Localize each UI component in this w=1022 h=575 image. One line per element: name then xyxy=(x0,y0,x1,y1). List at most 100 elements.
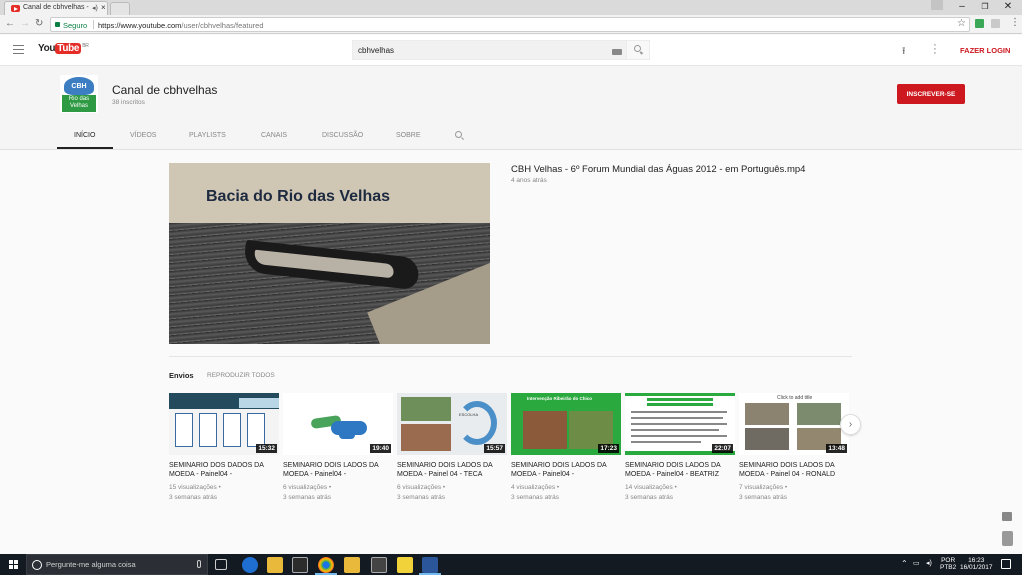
search-input[interactable]: cbhvelhas xyxy=(352,40,627,60)
speaker-icon[interactable]: ◂) xyxy=(92,4,98,12)
channel-search-icon[interactable] xyxy=(455,131,462,138)
feedback-icon[interactable] xyxy=(1002,512,1012,521)
channel-name[interactable]: Canal de cbhvelhas xyxy=(112,83,217,97)
video-thumbnail[interactable]: Click to add title 13:48 xyxy=(739,393,849,455)
extension-icon[interactable] xyxy=(975,19,984,28)
tab-about[interactable]: SOBRE xyxy=(396,132,421,139)
extension-icon[interactable] xyxy=(991,19,1000,28)
close-window-button[interactable]: ✕ xyxy=(996,1,1020,12)
video-duration: 15:57 xyxy=(484,444,505,453)
reload-icon[interactable]: ↻ xyxy=(35,18,43,29)
video-thumbnail[interactable]: 15:32 xyxy=(169,393,279,455)
shelf-next-button[interactable]: › xyxy=(840,414,861,435)
video-age: 3 semanas atrás xyxy=(739,493,788,501)
uploads-heading[interactable]: Envios xyxy=(169,371,194,380)
tab-home[interactable]: INÍCIO xyxy=(74,132,95,139)
sticky-notes-icon[interactable] xyxy=(397,557,413,573)
featured-video-thumbnail[interactable]: Bacia do Rio das Velhas xyxy=(169,163,490,344)
edge-icon[interactable] xyxy=(242,557,258,573)
cortana-search-box[interactable]: Pergunte-me alguma coisa xyxy=(26,554,208,575)
video-thumbnail[interactable]: ESCOLHA 15:57 xyxy=(397,393,507,455)
url-host: https://www.youtube.com xyxy=(98,21,182,30)
subscribe-button[interactable]: INSCREVER-SE xyxy=(897,84,965,104)
video-title[interactable]: SEMINÁRIO DOIS LADOS DA MOEDA - Painel04… xyxy=(625,462,735,480)
tab-channels[interactable]: CANAIS xyxy=(261,132,287,139)
clock[interactable]: 16:23 16/01/2017 xyxy=(960,557,993,571)
task-view-icon[interactable] xyxy=(215,559,227,570)
featured-video-title[interactable]: CBH Velhas - 6º Forum Mundial das Águas … xyxy=(511,164,805,175)
youtube-favicon-icon xyxy=(11,5,20,12)
tab-discussion[interactable]: DISCUSSÃO xyxy=(322,132,363,139)
video-thumbnail[interactable]: 19:40 xyxy=(283,393,393,455)
youtube-logo[interactable]: You Tube BR xyxy=(38,43,89,54)
tray-expand-icon[interactable]: ⌃ xyxy=(901,560,908,568)
keyboard-icon[interactable] xyxy=(612,49,622,55)
channel-avatar[interactable]: CBH Rio das Velhas xyxy=(60,75,98,113)
browser-tab[interactable]: Canal de cbhvelhas - ◂) × xyxy=(4,1,108,15)
user-profile-icon[interactable] xyxy=(931,0,943,10)
tab-close-icon[interactable]: × xyxy=(101,3,106,12)
video-title[interactable]: SEMINÁRIO DOIS LADOS DA MOEDA - Painel04… xyxy=(283,462,393,480)
calculator-icon[interactable] xyxy=(371,557,387,573)
video-card[interactable]: ESCOLHA 15:57 SEMINÁRIO DOIS LADOS DA MO… xyxy=(397,393,507,502)
language-indicator[interactable]: POR PTB2 xyxy=(940,557,956,571)
upload-icon[interactable]: ⭱ xyxy=(902,44,906,61)
video-views: 4 visualizações • xyxy=(511,484,560,491)
cortana-icon xyxy=(32,560,42,570)
logo-you: You xyxy=(38,43,56,54)
video-card[interactable]: 15:32 SEMINÁRIO DOS DADOS DA MOEDA - Pai… xyxy=(169,393,279,502)
bookmark-star-icon[interactable]: ☆ xyxy=(957,18,966,29)
guide-menu-icon[interactable] xyxy=(13,45,24,54)
file-explorer-icon[interactable] xyxy=(267,557,283,573)
login-button[interactable]: FAZER LOGIN xyxy=(960,46,1010,55)
video-title[interactable]: SEMINÁRIO DOIS LADOS DA MOEDA - Painel04… xyxy=(511,462,621,480)
video-thumbnail[interactable]: 22:07 xyxy=(625,393,735,455)
search-button[interactable] xyxy=(626,40,650,60)
windows-start-icon[interactable] xyxy=(9,560,18,569)
video-title[interactable]: SEMINÁRIO DOS DADOS DA MOEDA - Painel04 … xyxy=(169,462,279,480)
store-icon[interactable] xyxy=(292,557,308,573)
channel-header: CBH Rio das Velhas Canal de cbhvelhas 38… xyxy=(0,66,1022,150)
restore-button[interactable]: ❐ xyxy=(973,2,997,11)
more-options-icon[interactable]: · · · xyxy=(933,40,937,59)
help-icon[interactable] xyxy=(1002,531,1013,546)
video-views: 7 visualizações • xyxy=(739,484,788,491)
clock-date: 16/01/2017 xyxy=(960,564,993,571)
browser-menu-icon[interactable]: ⋮ xyxy=(1010,17,1020,28)
browser-tab-bar: Canal de cbhvelhas - ◂) × – ❐ ✕ xyxy=(0,0,1022,15)
active-tab-indicator xyxy=(57,147,113,149)
video-title[interactable]: SEMINÁRIO DOIS LADOS DA MOEDA - Painel 0… xyxy=(739,462,849,480)
word-icon[interactable] xyxy=(422,557,438,573)
video-title[interactable]: SEMINÁRIO DOIS LADOS DA MOEDA - Painel 0… xyxy=(397,462,507,480)
volume-icon[interactable]: ◂) xyxy=(926,560,932,567)
minimize-button[interactable]: – xyxy=(950,1,974,12)
notifications-icon[interactable] xyxy=(1001,559,1011,569)
app-icon[interactable] xyxy=(344,557,360,573)
tab-videos[interactable]: VÍDEOS xyxy=(130,132,156,139)
video-views: 15 visualizações • xyxy=(169,484,221,491)
video-card[interactable]: 22:07 SEMINÁRIO DOIS LADOS DA MOEDA - Pa… xyxy=(625,393,735,502)
windows-taskbar: Pergunte-me alguma coisa ⌃ ▭ ◂) POR PTB2 … xyxy=(0,554,1022,575)
url-field[interactable]: Seguro https://www.youtube.com/user/cbhv… xyxy=(50,17,970,32)
back-arrow-icon[interactable]: ← xyxy=(5,18,15,29)
play-all-link[interactable]: REPRODUZIR TODOS xyxy=(207,372,275,379)
video-card[interactable]: 19:40 SEMINÁRIO DOIS LADOS DA MOEDA - Pa… xyxy=(283,393,393,502)
tab-playlists[interactable]: PLAYLISTS xyxy=(189,132,226,139)
logo-region: BR xyxy=(82,43,89,49)
microphone-icon[interactable] xyxy=(197,560,201,568)
avatar-top-text: CBH xyxy=(64,77,94,95)
chrome-icon[interactable] xyxy=(318,557,334,573)
subscriber-count: 38 inscritos xyxy=(112,99,145,106)
video-age: 3 semanas atrás xyxy=(283,493,332,501)
forward-arrow-icon[interactable]: → xyxy=(20,18,30,29)
video-card[interactable]: Click to add title 13:48 SEMINÁRIO DOIS … xyxy=(739,393,849,502)
url-path: /user/cbhvelhas/featured xyxy=(181,21,264,30)
clock-time: 16:23 xyxy=(968,557,985,564)
video-duration: 19:40 xyxy=(370,444,391,453)
video-card[interactable]: Intervenção Ribeirão do Chico 17:23 SEMI… xyxy=(511,393,621,502)
network-icon[interactable]: ▭ xyxy=(913,560,920,567)
new-tab-button[interactable] xyxy=(110,2,130,15)
video-thumbnail[interactable]: Intervenção Ribeirão do Chico 17:23 xyxy=(511,393,621,455)
cortana-placeholder: Pergunte-me alguma coisa xyxy=(46,560,136,569)
thumbnail-text: ESCOLHA xyxy=(459,412,479,417)
